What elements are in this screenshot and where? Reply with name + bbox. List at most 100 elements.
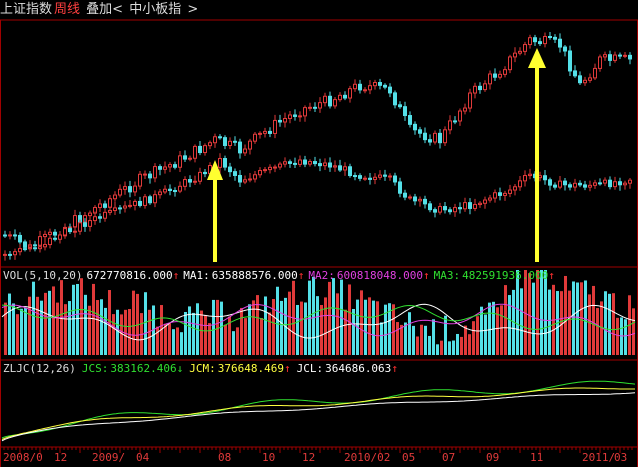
volume-bar [28, 296, 31, 355]
volume-bar [564, 275, 567, 355]
time-label-7: 2010/02 [344, 451, 390, 464]
volume-bar [84, 294, 87, 355]
candle-body [493, 192, 497, 199]
candle-body [38, 236, 42, 247]
candle-body [463, 202, 467, 210]
vol-value: 672770816.000 [86, 269, 172, 282]
volume-bar [304, 302, 307, 355]
candle-body [518, 50, 522, 54]
candle-body [413, 196, 417, 202]
index-name[interactable]: 上证指数 [0, 2, 52, 17]
jcm-value: 376648.469 [218, 362, 284, 375]
candle-body [8, 253, 12, 256]
candle-body [443, 206, 447, 211]
volume-bar [436, 344, 439, 355]
candle-body [293, 162, 297, 165]
time-label-1: 12 [54, 451, 67, 464]
candle-body [168, 188, 172, 192]
candle-body [243, 148, 247, 154]
candle-body [248, 140, 252, 150]
volume-bar [592, 285, 595, 355]
candle-body [308, 106, 312, 109]
volume-bar [580, 282, 583, 355]
volume-bar [400, 324, 403, 355]
volume-bar [100, 299, 103, 355]
candle-body [478, 85, 482, 91]
candle-body [133, 185, 137, 193]
candle-body [623, 182, 627, 186]
candle-body [58, 234, 62, 240]
candle-body [523, 44, 527, 52]
candle-body [383, 84, 387, 88]
time-label-8: 05 [402, 451, 415, 464]
vol-label-row: VOL(5,10,20) 672770816.000↑ MA1: 635888576.… [3, 269, 555, 282]
volume-bar [488, 302, 491, 355]
candle-body [598, 182, 602, 185]
overlay-label[interactable]: 叠加< [86, 2, 123, 17]
overlay-next-arrow[interactable]: > [187, 2, 198, 17]
volume-bar [24, 307, 27, 355]
candle-body [578, 75, 582, 84]
candle-body [503, 69, 507, 75]
candle-body [118, 188, 122, 196]
candle-body [218, 136, 222, 139]
volume-bar [280, 300, 283, 355]
candle-body [573, 70, 577, 77]
volume-bar [92, 283, 95, 355]
volume-bar [528, 273, 531, 355]
jcm-label: JCM: [189, 362, 216, 375]
volume-bar [476, 316, 479, 355]
volume-bar [572, 281, 575, 355]
volume-bar [300, 301, 303, 355]
candle-body [153, 194, 157, 204]
candle-body [278, 163, 282, 168]
candle-body [423, 198, 427, 205]
candle-body [578, 182, 582, 186]
candle-body [508, 56, 512, 71]
candle-body [108, 209, 112, 213]
volume-bar [456, 333, 459, 355]
candle-body [113, 194, 117, 200]
candle-body [543, 36, 547, 45]
candle-body [193, 180, 197, 183]
volume-bar [536, 270, 539, 355]
volume-bar [32, 281, 35, 355]
volume-bar [96, 300, 99, 355]
volume-bar [320, 305, 323, 355]
volume-bar [12, 303, 15, 355]
candle-body [263, 169, 267, 172]
volume-bar [544, 270, 547, 355]
candle-body [363, 89, 367, 92]
candle-body [483, 199, 487, 204]
candle-body [523, 175, 527, 182]
time-label-2: 2009/ [92, 451, 125, 464]
candle-body [143, 196, 147, 206]
volume-bar [520, 288, 523, 355]
volume-bar [296, 304, 299, 355]
candle-body [608, 179, 612, 188]
volume-bar [56, 302, 59, 355]
volume-bar [424, 325, 427, 355]
candle-body [468, 202, 472, 209]
time-label-4: 08 [218, 451, 231, 464]
candle-body [103, 203, 107, 208]
zljc-label-row: ZLJC(12,26) JCS: 383162.406↓ JCM: 376648.469… [3, 362, 398, 375]
candle-body [413, 123, 417, 131]
candle-body [508, 189, 512, 194]
candle-body [498, 73, 502, 78]
candle-body [563, 180, 567, 186]
candle-body [183, 179, 187, 187]
jcs-value: 383162.406 [110, 362, 176, 375]
candle-body [258, 170, 262, 176]
chart-canvas[interactable]: VOL(5,10,20) 672770816.000↑ MA1: 635888576.… [0, 0, 638, 467]
candle-body [38, 246, 42, 250]
candle-body [398, 181, 402, 194]
candle-body [283, 161, 287, 165]
candle-body [318, 102, 322, 109]
candle-body [268, 130, 272, 134]
volume-bar [604, 291, 607, 355]
volume-bar [132, 290, 135, 355]
period-selector[interactable]: 周线 [54, 2, 80, 17]
overlay-target[interactable]: 中小板指 [129, 2, 181, 17]
candle-body [438, 132, 442, 144]
